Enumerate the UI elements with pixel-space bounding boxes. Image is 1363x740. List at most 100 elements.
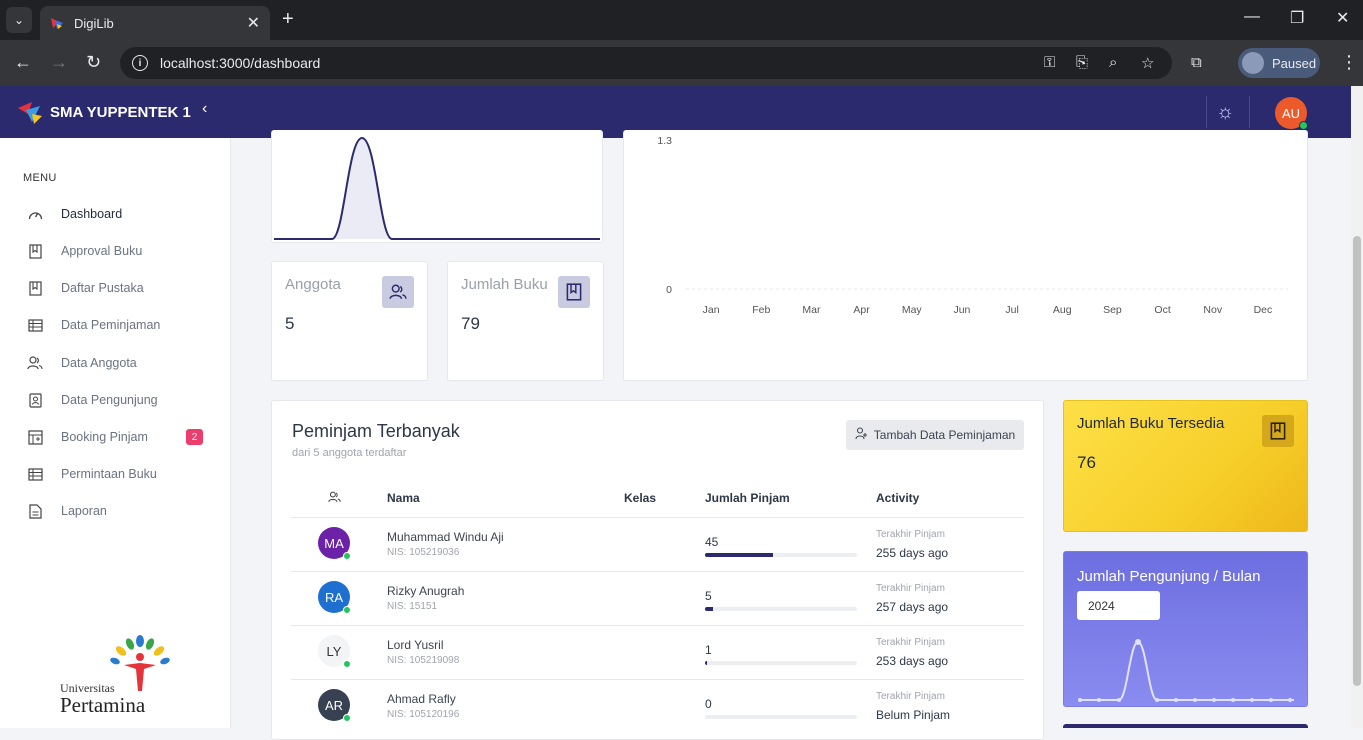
avatar-initials: RA [324, 589, 344, 605]
x-tick-label: Nov [1203, 304, 1222, 316]
activity-value: 253 days ago [876, 654, 949, 668]
gauge-icon [27, 206, 43, 222]
tab-close-icon[interactable]: ✕ [247, 13, 260, 33]
x-tick-label: Aug [1053, 304, 1072, 316]
book-icon [27, 243, 43, 259]
window-close-icon[interactable]: ✕ [1336, 8, 1349, 28]
x-tick-label: Feb [752, 304, 770, 316]
restore-icon[interactable]: ❐ [1290, 8, 1304, 28]
book-icon [1262, 415, 1294, 447]
user-avatar[interactable]: AU [1275, 97, 1308, 130]
theme-toggle-sun-icon[interactable]: ☼ [1216, 101, 1234, 124]
x-tick-label: Jun [953, 304, 970, 316]
reload-icon[interactable]: ↻ [86, 52, 101, 73]
x-tick-label: May [902, 304, 923, 316]
sidebar-item-permintaan-buku[interactable]: Permintaan Buku [27, 464, 207, 484]
table-divider [291, 679, 1024, 680]
sidebar-item-dashboard[interactable]: Dashboard [27, 204, 207, 224]
browser-menu-icon[interactable]: ⋮ [1340, 52, 1358, 73]
list-icon [27, 317, 43, 333]
page-scrollbar[interactable] [1351, 86, 1363, 728]
anggota-card: Anggota 5 [271, 261, 428, 381]
online-status-dot [343, 714, 351, 722]
install-app-icon[interactable]: ⎘ [1076, 54, 1088, 71]
brand-name: SMA YUPPENTEK 1 [50, 103, 191, 121]
sidebar-item-daftar-pustaka[interactable]: Daftar Pustaka [27, 278, 207, 298]
borrower-nis: NIS: 105219036 [387, 547, 460, 558]
borrow-progress-bar [705, 715, 857, 719]
sidebar-item-label: Permintaan Buku [61, 467, 157, 481]
y-tick-label: 1.3 [657, 135, 672, 147]
booking-count-badge: 2 [186, 429, 203, 445]
borrower-name: Lord Yusril [387, 638, 444, 652]
sidebar-item-label: Laporan [61, 504, 107, 518]
sidebar-item-data-peminjaman[interactable]: Data Peminjaman [27, 315, 207, 335]
jumlah-buku-card: Jumlah Buku 79 [447, 261, 604, 381]
borrower-nis: NIS: 15151 [387, 601, 438, 612]
university-logo: Universitas Pertamina [60, 635, 180, 717]
jumlah-buku-value: 79 [461, 314, 480, 333]
browser-toolbar: ← → ↻ i localhost:3000/dashboard ⚿ ⎘ ⌕ ☆… [0, 40, 1363, 86]
users-icon [382, 276, 414, 308]
sidebar-item-data-pengunjung[interactable]: Data Pengunjung [27, 390, 207, 410]
x-tick-label: Jul [1005, 304, 1018, 316]
new-tab-icon[interactable]: + [282, 8, 294, 31]
borrow-count: 5 [705, 589, 712, 603]
zoom-icon[interactable]: ⌕ [1109, 54, 1117, 71]
buku-tersedia-label: Jumlah Buku Tersedia [1077, 415, 1225, 432]
browser-tab[interactable]: DigiLib ✕ [40, 6, 270, 40]
key-icon[interactable]: ⚿ [1044, 54, 1055, 71]
activity-value: 257 days ago [876, 600, 949, 614]
scrollbar-thumb[interactable] [1353, 236, 1361, 686]
address-bar[interactable]: i localhost:3000/dashboard [120, 47, 1172, 79]
back-arrow-icon[interactable]: ← [14, 52, 32, 73]
borrower-name: Rizky Anugrah [387, 584, 465, 598]
sidebar-item-label: Dashboard [61, 207, 123, 221]
brand[interactable]: SMA YUPPENTEK 1 [18, 100, 191, 124]
digilib-favicon-icon [50, 16, 64, 30]
x-tick-label: Dec [1254, 304, 1273, 316]
university-name: Pertamina [60, 693, 146, 717]
borrower-name: Muhammad Windu Aji [387, 530, 504, 544]
pengunjung-card: Jumlah Pengunjung / Bulan 2024 [1063, 551, 1308, 707]
monthly-chart: 1.3 0 Jan Feb Mar Apr May Jun Jul Aug Sep Oct Nov Dec [657, 135, 1288, 316]
sidebar-item-label: Daftar Pustaka [61, 281, 144, 295]
column-header-nama: Nama [387, 491, 420, 505]
profile-avatar [1242, 52, 1264, 74]
sidebar-item-approval-buku[interactable]: Approval Buku [27, 241, 207, 261]
table-divider [291, 571, 1024, 572]
sidebar-item-label: Data Anggota [61, 356, 137, 370]
school-logo-icon [18, 100, 44, 124]
column-header-kelas: Kelas [624, 491, 657, 505]
x-tick-label: Sep [1103, 304, 1122, 316]
sidebar-item-data-anggota[interactable]: Data Anggota [27, 353, 207, 373]
anggota-label: Anggota [285, 276, 341, 293]
booking-icon [27, 429, 43, 445]
progress-fill [705, 661, 707, 665]
progress-fill [705, 607, 713, 611]
url-text: localhost:3000/dashboard [160, 55, 321, 71]
avatar: AR [318, 689, 351, 722]
header-divider [1249, 96, 1250, 128]
profile-button[interactable]: Paused [1238, 48, 1320, 78]
bookmark-star-icon[interactable]: ☆ [1141, 54, 1154, 72]
site-info-icon[interactable]: i [132, 55, 148, 71]
avatar-initials: MA [324, 535, 344, 551]
sidebar-item-laporan[interactable]: Laporan [27, 501, 207, 521]
tambah-data-peminjaman-button[interactable]: Tambah Data Peminjaman [846, 420, 1024, 450]
forward-arrow-icon[interactable]: → [50, 52, 68, 73]
minimize-icon[interactable]: — [1244, 8, 1260, 26]
borrow-count: 1 [705, 643, 712, 657]
column-header-jumlah-pinjam: Jumlah Pinjam [705, 491, 790, 505]
sidebar-item-label: Data Pengunjung [61, 393, 158, 407]
table-divider [291, 625, 1024, 626]
online-status-dot [343, 660, 351, 668]
tab-search-chevron-icon[interactable]: ⌄ [6, 7, 32, 33]
sidebar-collapse-icon[interactable]: ‹ [202, 100, 207, 118]
extensions-icon[interactable]: ⧉ [1191, 54, 1202, 71]
header-divider [1206, 96, 1207, 128]
x-tick-label: Jan [703, 304, 720, 316]
sidebar-item-booking-pinjam[interactable]: Booking Pinjam 2 [27, 427, 207, 447]
online-status-dot [1299, 121, 1308, 130]
section-subtitle: dari 5 anggota terdaftar [292, 447, 407, 459]
